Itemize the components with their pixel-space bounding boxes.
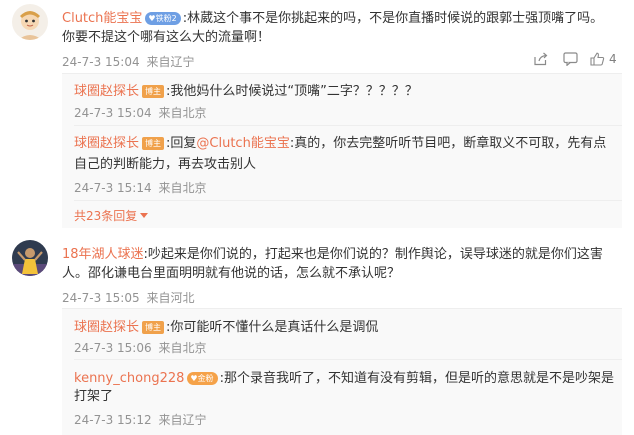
like-button[interactable]: 4 xyxy=(590,52,617,66)
comment-location: 来自河北 xyxy=(146,291,195,305)
avatar[interactable] xyxy=(12,240,48,276)
reply-location: 来自北京 xyxy=(158,106,207,120)
more-replies-label: 共23条回复 xyxy=(74,209,138,223)
divider xyxy=(74,200,622,201)
divider xyxy=(74,359,622,360)
comment-username[interactable]: Clutch能宝宝 xyxy=(62,11,142,26)
comment-icon xyxy=(563,52,578,66)
more-replies-link[interactable]: 共23条回复 xyxy=(74,207,149,224)
heart-icon: ♥ xyxy=(190,374,198,383)
comment-text: :林葳这个事不是你挑起来的吗，不是你直播时候说的跟郭士强顶嘴了吗。 xyxy=(182,11,604,26)
fan-badge[interactable]: ♥铁粉2 xyxy=(145,12,181,25)
heart-icon: ♥ xyxy=(148,14,156,23)
reply-text: :我他妈什么时候说过“顶嘴”二字？？？？？ xyxy=(166,84,418,99)
like-icon xyxy=(590,52,605,66)
reply-time: 24-7-3 15:04 xyxy=(74,106,152,120)
reply-time: 24-7-3 15:14 xyxy=(74,181,152,195)
avatar[interactable] xyxy=(12,4,48,40)
fan-badge-label: 铁粉2 xyxy=(155,14,177,23)
reply-username[interactable]: kenny_chong228 xyxy=(74,371,184,386)
blogger-badge: 博主 xyxy=(142,85,165,98)
reply-username[interactable]: 球圈赵探长 xyxy=(74,136,139,151)
gold-fan-badge[interactable]: ♥金粉 xyxy=(187,372,218,385)
share-icon xyxy=(534,52,548,66)
reply-location: 来自辽宁 xyxy=(158,413,207,427)
comment-text-line2: 你要不提这个哪有这么大的流量啊！ xyxy=(62,30,271,45)
fan-badge-label: 金粉 xyxy=(197,374,214,383)
reply-text: :真的，你去完整听听节目吧，断章取义不可取，先有点 xyxy=(289,136,607,151)
reply-text: :你可能听不懂什么是真话什么是调侃 xyxy=(166,320,379,335)
like-count: 4 xyxy=(609,52,617,66)
comment-location: 来自辽宁 xyxy=(146,55,195,69)
reply-username[interactable]: 球圈赵探长 xyxy=(74,84,139,99)
reply-item: kenny_chong228 ♥金粉:那个录音我听了，不知道有没有剪辑，但是听的意… xyxy=(74,367,614,388)
share-button[interactable] xyxy=(533,52,548,66)
reply-location: 来自北京 xyxy=(158,341,207,355)
reply-text-line2: 自己的判断能力，再去攻击别人 xyxy=(74,157,257,172)
comment-text-line2: 人。邵化谦电台里面明明就有他说的话，怎么就不承认呢？ xyxy=(62,266,401,281)
blogger-badge: 博主 xyxy=(142,137,165,150)
comment-username[interactable]: 18年湖人球迷 xyxy=(62,247,144,262)
reply-time: 24-7-3 15:12 xyxy=(74,413,152,427)
chevron-down-icon xyxy=(140,213,149,218)
reply-item: 球圈赵探长 博主:回复@Clutch能宝宝:真的，你去完整听听节目吧，断章取义不可… xyxy=(74,132,606,153)
comment-button[interactable] xyxy=(563,52,578,66)
reply-item: 球圈赵探长 博主:我他妈什么时候说过“顶嘴”二字？？？？？ xyxy=(74,80,418,101)
reply-time: 24-7-3 15:06 xyxy=(74,341,152,355)
divider xyxy=(74,125,622,126)
reply-username[interactable]: 球圈赵探长 xyxy=(74,320,139,335)
reply-text: :那个录音我听了，不知道有没有剪辑，但是听的意思就是不是吵架是 xyxy=(219,371,614,386)
comment-time: 24-7-3 15:04 xyxy=(62,55,140,69)
mention-link[interactable]: @Clutch能宝宝 xyxy=(196,136,289,151)
reply-location: 来自北京 xyxy=(158,181,207,195)
comment-time: 24-7-3 15:05 xyxy=(62,291,140,305)
reply-text-line2: 打架了 xyxy=(74,389,114,404)
blogger-badge: 博主 xyxy=(142,321,165,334)
comment-text: :吵起来是你们说的，打起来也是你们说的？制作舆论，误导球迷的就是你们这害 xyxy=(143,247,603,262)
reply-prefix: :回复 xyxy=(166,136,197,151)
reply-item: 球圈赵探长 博主:你可能听不懂什么是真话什么是调侃 xyxy=(74,316,378,337)
